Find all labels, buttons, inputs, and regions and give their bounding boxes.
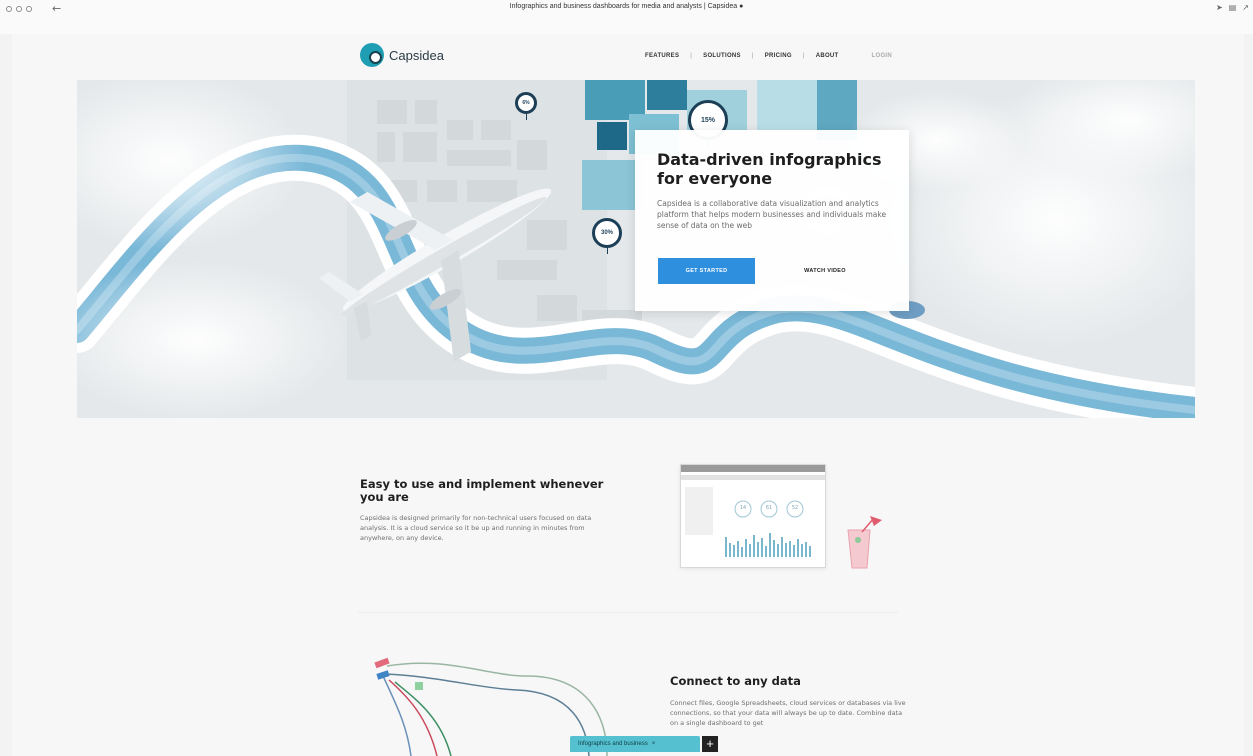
logo-text: Capsidea — [389, 47, 444, 63]
gauge-label: 14 — [739, 505, 747, 511]
share-icon[interactable]: ➤ — [1216, 3, 1223, 12]
feature-description: Capsidea is designed primarily for non-t… — [360, 514, 592, 542]
hero-description: Capsidea is a collaborative data visuali… — [657, 199, 887, 230]
nav-item-solutions[interactable]: SOLUTIONS — [692, 53, 752, 59]
cocktail-glass-image — [847, 516, 882, 569]
window-title-text: Infographics and business dashboards for… — [509, 3, 738, 10]
logo-mark-icon — [360, 43, 384, 67]
map-pin-percentage: 30% — [592, 218, 622, 254]
main-menu: FEATURES | SOLUTIONS | PRICING | ABOUT L… — [634, 53, 892, 59]
mockup-content — [725, 500, 811, 557]
logo[interactable]: Capsidea — [360, 43, 444, 67]
nav-item-about[interactable]: ABOUT — [805, 53, 850, 59]
gauge-label: 52 — [791, 505, 799, 511]
mockup-bar-chart — [725, 533, 811, 557]
window-title: Infographics and business dashboards for… — [0, 3, 1253, 10]
nav-item-features[interactable]: FEATURES — [634, 53, 690, 59]
dashboard-mockup-image: 14 61 52 — [680, 464, 826, 568]
new-tab-button[interactable]: + — [702, 736, 718, 752]
site-navigation: Capsidea FEATURES | SOLUTIONS | PRICING … — [12, 34, 1244, 80]
watch-video-link[interactable]: WATCH VIDEO — [785, 258, 865, 284]
gauge-label: 61 — [765, 505, 773, 511]
get-started-button[interactable]: GET STARTED — [658, 258, 755, 284]
browser-tab[interactable]: Infographics and business × — [570, 736, 700, 752]
expand-icon[interactable]: ↗ — [1242, 3, 1249, 12]
hero-card: Data-driven infographics for everyone Ca… — [635, 130, 909, 311]
browser-chrome: ← Infographics and business dashboards f… — [0, 0, 1253, 34]
browser-toolbar-right: ➤ ▤ ↗ — [1216, 3, 1249, 12]
nav-item-pricing[interactable]: PRICING — [754, 53, 803, 59]
hero-title: Data-driven infographics for everyone — [657, 150, 882, 188]
feature-title: Easy to use and implement whenever you a… — [360, 477, 604, 504]
page-content: Capsidea FEATURES | SOLUTIONS | PRICING … — [12, 34, 1244, 756]
hero-section: 15% 30% 6% Data-driven infographics for … — [77, 80, 1195, 418]
feature-description: Connect files, Google Spreadsheets, clou… — [670, 699, 906, 727]
feature-title: Connect to any data — [670, 674, 801, 688]
feature-connect-data: Connect to any data Connect files, Googl… — [670, 674, 920, 728]
close-tab-icon[interactable]: × — [652, 741, 656, 747]
sidebar-icon[interactable]: ▤ — [1229, 3, 1237, 12]
feature-easy-to-use: Easy to use and implement whenever you a… — [360, 478, 620, 543]
map-pin-percentage: 6% — [515, 92, 537, 120]
lock-icon: ● — [739, 3, 744, 10]
login-link[interactable]: LOGIN — [850, 53, 893, 59]
section-divider — [358, 612, 898, 613]
tab-label: Infographics and business — [578, 741, 648, 747]
